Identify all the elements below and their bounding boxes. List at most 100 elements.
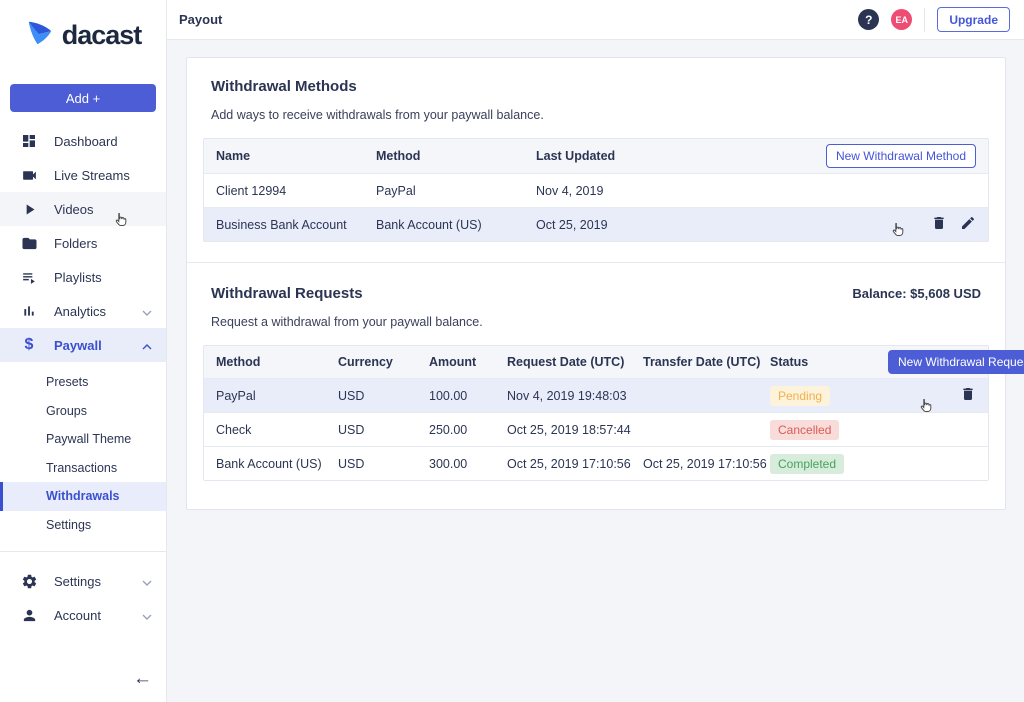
paywall-icon: $ [20,336,38,354]
sidebar-item-live-streams[interactable]: Live Streams [0,158,166,192]
brand-name: dacast [62,20,142,51]
table-row[interactable]: Client 12994 PayPal Nov 4, 2019 [204,173,988,207]
col-last-updated: Last Updated [536,149,796,163]
sidebar-item-label: Paywall [54,338,142,353]
sidebar-subitem-paywall-settings[interactable]: Settings [0,511,166,540]
payout-card: Withdrawal Methods Add ways to receive w… [186,57,1006,510]
method-name: Client 12994 [216,184,376,198]
request-date: Oct 25, 2019 17:10:56 [507,457,643,471]
sidebar: dacast Add + Dashboard Live Streams Vide… [0,0,167,702]
add-button[interactable]: Add + [10,84,156,112]
chevron-down-icon [142,608,152,623]
sidebar-item-settings[interactable]: Settings [0,564,166,598]
sidebar-item-videos[interactable]: Videos [0,192,166,226]
sidebar-item-label: Analytics [54,304,142,319]
topbar: Payout ? EA Upgrade [167,0,1024,40]
request-currency: USD [338,389,429,403]
withdrawal-requests-subtitle: Request a withdrawal from your paywall b… [211,315,981,329]
request-date: Nov 4, 2019 19:48:03 [507,389,643,403]
brand-logo[interactable]: dacast [0,0,166,70]
table-row[interactable]: PayPal USD 100.00 Nov 4, 2019 19:48:03 P… [204,378,988,412]
page-title: Payout [179,12,858,27]
new-withdrawal-method-button[interactable]: New Withdrawal Method [826,144,976,168]
status-badge: Pending [770,386,830,406]
sidebar-subitem-withdrawals[interactable]: Withdrawals [0,482,166,511]
method-name: Business Bank Account [216,218,376,232]
dashboard-icon [20,132,38,150]
subitem-label: Paywall Theme [46,432,131,446]
request-method: Bank Account (US) [216,457,338,471]
table-row[interactable]: Check USD 250.00 Oct 25, 2019 18:57:44 C… [204,412,988,446]
topbar-divider [924,8,925,32]
dacast-arrow-icon [25,18,55,53]
help-icon[interactable]: ? [858,9,879,30]
sidebar-item-playlists[interactable]: Playlists [0,260,166,294]
videos-icon [20,200,38,218]
sidebar-item-label: Videos [54,202,152,217]
sidebar-item-account[interactable]: Account [0,598,166,632]
analytics-icon [20,302,38,320]
new-withdrawal-request-button[interactable]: New Withdrawal Request [888,350,1024,374]
folders-icon [20,234,38,252]
sidebar-subitem-presets[interactable]: Presets [0,368,166,397]
chevron-up-icon [142,338,152,353]
subitem-label: Groups [46,404,87,418]
methods-table-header: Name Method Last Updated New Withdrawal … [204,139,988,173]
chevron-down-icon [142,574,152,589]
subitem-label: Presets [46,375,88,389]
col-currency: Currency [338,355,429,369]
edit-icon[interactable] [960,215,976,234]
col-request-date: Request Date (UTC) [507,355,643,369]
col-method: Method [376,149,536,163]
sidebar-item-label: Live Streams [54,168,152,183]
withdrawal-methods-table: Name Method Last Updated New Withdrawal … [203,138,989,242]
method-last-updated: Oct 25, 2019 [536,218,796,232]
col-transfer-date: Transfer Date (UTC) [643,355,770,369]
request-currency: USD [338,423,429,437]
col-name: Name [216,149,376,163]
method-type: PayPal [376,184,536,198]
sidebar-subitem-groups[interactable]: Groups [0,397,166,426]
delete-icon[interactable] [931,215,947,234]
table-row[interactable]: Bank Account (US) USD 300.00 Oct 25, 201… [204,446,988,480]
upgrade-button[interactable]: Upgrade [937,7,1010,32]
main-content: Withdrawal Methods Add ways to receive w… [167,40,1024,702]
collapse-sidebar-icon[interactable]: ← [133,668,152,690]
request-currency: USD [338,457,429,471]
sidebar-item-analytics[interactable]: Analytics [0,294,166,328]
subitem-label: Transactions [46,461,117,475]
status-badge: Completed [770,454,844,474]
sidebar-item-folders[interactable]: Folders [0,226,166,260]
sidebar-item-label: Account [54,608,142,623]
table-row[interactable]: Business Bank Account Bank Account (US) … [204,207,988,241]
col-amount: Amount [429,355,507,369]
request-method: Check [216,423,338,437]
sidebar-subitem-transactions[interactable]: Transactions [0,454,166,483]
person-icon [20,606,38,624]
gear-icon [20,572,38,590]
col-status: Status [770,355,888,369]
avatar[interactable]: EA [891,9,912,30]
withdrawal-requests-title: Withdrawal Requests [211,285,363,302]
request-amount: 250.00 [429,423,507,437]
balance-label: Balance: $5,608 USD [852,286,981,301]
sidebar-item-label: Playlists [54,270,152,285]
sidebar-item-paywall[interactable]: $ Paywall [0,328,166,362]
delete-icon[interactable] [960,386,976,405]
method-type: Bank Account (US) [376,218,536,232]
playlists-icon [20,268,38,286]
live-streams-icon [20,166,38,184]
sidebar-item-dashboard[interactable]: Dashboard [0,124,166,158]
subitem-label: Settings [46,518,91,532]
request-method: PayPal [216,389,338,403]
request-amount: 100.00 [429,389,507,403]
requests-table-header: Method Currency Amount Request Date (UTC… [204,346,988,378]
paywall-submenu: Presets Groups Paywall Theme Transaction… [0,368,166,539]
chevron-down-icon [142,304,152,319]
withdrawal-requests-table: Method Currency Amount Request Date (UTC… [203,345,989,481]
sidebar-subitem-paywall-theme[interactable]: Paywall Theme [0,425,166,454]
transfer-date: Oct 25, 2019 17:10:56 [643,457,770,471]
withdrawal-methods-subtitle: Add ways to receive withdrawals from you… [211,108,981,122]
request-amount: 300.00 [429,457,507,471]
sidebar-divider [0,551,166,552]
